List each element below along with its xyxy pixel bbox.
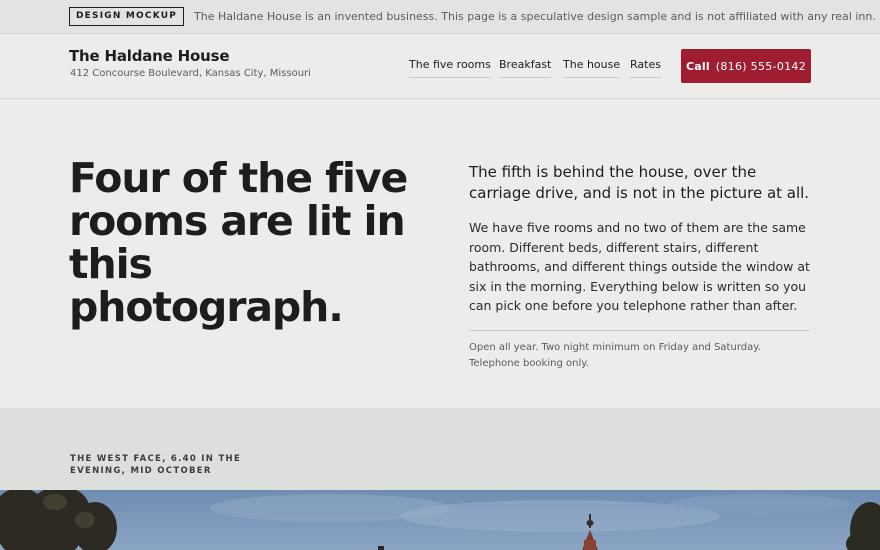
hero-lead: The fifth is behind the house, over the … (469, 163, 810, 202)
hero-body: We have five rooms and no two of them ar… (469, 220, 810, 314)
nav-the-five-rooms[interactable]: The five rooms (409, 58, 491, 78)
site-header: The Haldane House 412 Concourse Boulevar… (0, 34, 880, 99)
call-button[interactable]: Call (816) 555-0142 (681, 49, 811, 83)
mockup-tag: DESIGN MOCKUP (69, 7, 185, 26)
call-button-phone: (816) 555-0142 (715, 59, 807, 73)
nav-rates[interactable]: Rates (630, 58, 661, 78)
nav-breakfast[interactable]: Breakfast (499, 58, 552, 78)
photo-caption-band: THE WEST FACE, 6.40 IN THE EVENING, MID … (0, 408, 880, 490)
nav-the-house[interactable]: The house (563, 58, 621, 78)
mockup-banner: DESIGN MOCKUP The Haldane House is an in… (0, 0, 880, 34)
hero-section: Four of the five rooms are lit in this p… (0, 99, 880, 408)
house-photo-image (0, 490, 880, 550)
site-brand[interactable]: The Haldane House (69, 47, 229, 65)
house-photograph (0, 490, 880, 550)
call-button-label: Call (685, 59, 710, 73)
photo-caption: THE WEST FACE, 6.40 IN THE EVENING, MID … (70, 454, 242, 476)
hero-headline: Four of the five rooms are lit in this p… (69, 154, 408, 331)
mockup-disclaimer: The Haldane House is an invented busines… (194, 10, 876, 23)
site-address: 412 Concourse Boulevard, Kansas City, Mi… (70, 68, 311, 79)
hero-note: Open all year. Two night minimum on Frid… (469, 342, 761, 369)
hero-divider (469, 330, 809, 331)
